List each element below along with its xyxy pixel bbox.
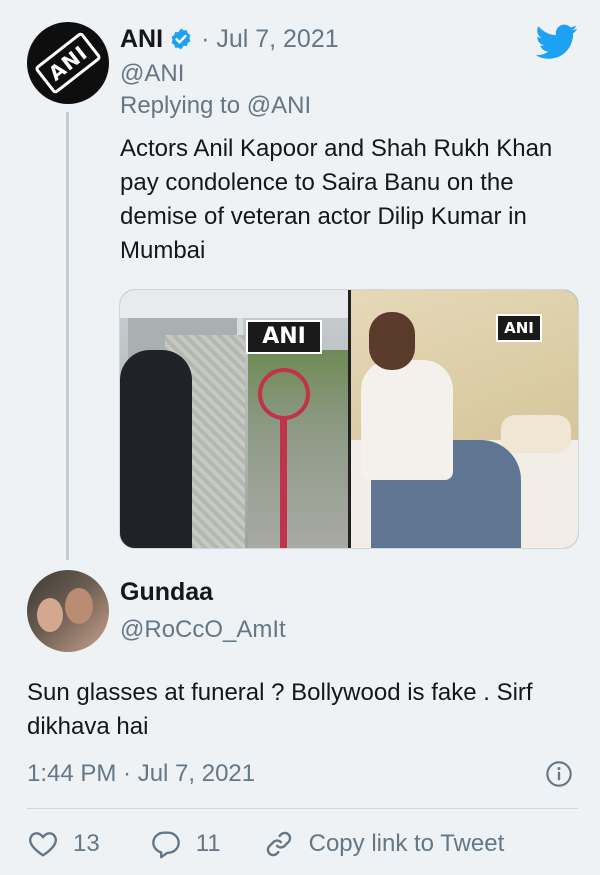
like-count: 13: [73, 830, 100, 857]
parent-author-handle[interactable]: @ANI: [120, 60, 184, 88]
reply-timestamp[interactable]: 1:44 PM · Jul 7, 2021: [27, 760, 255, 788]
copy-link-button[interactable]: Copy link to Tweet: [263, 828, 505, 860]
parent-tweet-date[interactable]: · Jul 7, 2021: [201, 25, 339, 54]
photo-shirt: [361, 360, 453, 480]
reply-tweet-text: Sun glasses at funeral ? Bollywood is fa…: [27, 679, 533, 740]
media-photo-left[interactable]: ANI: [120, 290, 348, 548]
replying-to-line: Replying to @ANI: [120, 92, 311, 120]
ani-avatar-logo: ANI: [33, 31, 103, 95]
reply-author-handle[interactable]: @RoCcO_AmIt: [120, 616, 286, 644]
ani-avatar[interactable]: ANI: [27, 22, 109, 104]
media-watermark-left: ANI: [246, 320, 322, 354]
photo-person-left: [120, 350, 192, 548]
media-watermark-right: ANI: [496, 314, 542, 342]
reply-author-name[interactable]: Gundaa: [120, 578, 213, 607]
twitter-bird-icon[interactable]: [536, 24, 578, 60]
replying-prefix: Replying to: [120, 92, 247, 119]
action-bar: 13 11 Copy link to Tweet: [27, 826, 504, 862]
media-photo-right[interactable]: ANI: [351, 290, 578, 548]
actions-divider: [27, 808, 578, 809]
reply-bubble-icon: [151, 831, 180, 859]
photo-fan-pole: [280, 418, 287, 548]
info-icon[interactable]: [545, 760, 573, 788]
photo-pillow: [501, 415, 571, 453]
like-button[interactable]: 13: [27, 828, 100, 860]
photo-head: [369, 312, 415, 370]
verified-badge-icon: [171, 28, 191, 50]
reply-count: 11: [195, 830, 221, 857]
reply-button[interactable]: 11: [150, 828, 221, 860]
copy-link-label: Copy link to Tweet: [308, 830, 505, 857]
tweet-media[interactable]: ANI ANI: [119, 289, 579, 549]
avatar-face-2: [65, 588, 93, 624]
avatar-face-1: [37, 598, 63, 632]
link-icon: [266, 831, 291, 857]
thread-line: [66, 112, 69, 560]
photo-ceiling: [120, 290, 348, 318]
reply-avatar[interactable]: [27, 570, 109, 652]
heart-icon: [29, 832, 57, 857]
replying-to-mention[interactable]: @ANI: [247, 92, 311, 119]
photo-fan: [258, 368, 310, 420]
parent-author-name[interactable]: ANI: [120, 25, 163, 54]
parent-tweet-text: Actors Anil Kapoor and Shah Rukh Khan pa…: [120, 135, 553, 264]
parent-tweet-header: ANI · Jul 7, 2021: [120, 22, 339, 56]
